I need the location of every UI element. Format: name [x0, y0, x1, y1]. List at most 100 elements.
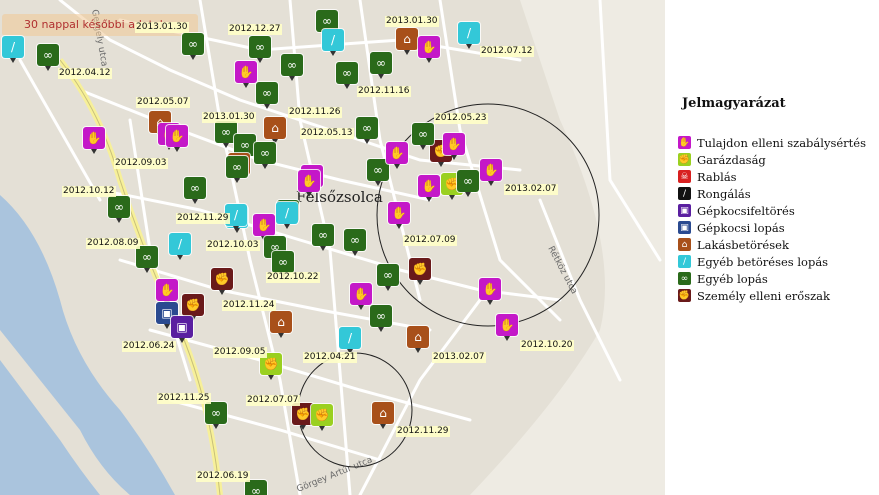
mask-icon: ∞ — [43, 48, 53, 62]
legend-item-szemely: ✊ Személy elleni erőszak — [678, 287, 866, 304]
mask-icon: ∞ — [463, 174, 473, 188]
mask-icon: ∞ — [262, 86, 272, 100]
incident-marker-egyeblopas[interactable]: ∞ — [457, 170, 479, 197]
mask-icon: ∞ — [373, 163, 383, 177]
incident-marker-szemely[interactable]: ✊ — [211, 268, 233, 295]
fist-icon: ✊ — [214, 272, 230, 286]
incident-marker-tulajdon[interactable]: ✋ — [253, 214, 275, 241]
incident-marker-egyebbet[interactable]: / — [276, 202, 298, 229]
incident-marker-egyeblopas[interactable]: ∞ — [370, 305, 392, 332]
mask-icon: ∞ — [418, 127, 428, 141]
legend-item-label: Személy elleni erőszak — [697, 288, 831, 303]
mask-icon: ∞ — [114, 200, 124, 214]
incident-marker-egyeblopas[interactable]: ∞ — [182, 33, 204, 60]
incident-marker-tulajdon[interactable]: ✋ — [350, 283, 372, 310]
incident-marker-egyeblopas[interactable]: ∞ — [205, 402, 227, 429]
incident-marker-tulajdon[interactable]: ✋ — [298, 170, 320, 197]
legend-item-label: Gépkocsi lopás — [697, 220, 785, 235]
incident-marker-lakas[interactable]: ⌂ — [396, 28, 418, 55]
car-break-icon: ▣ — [176, 320, 188, 334]
incident-date-label: 2012.10.12 — [62, 186, 116, 197]
incident-marker-tulajdon[interactable]: ✋ — [83, 127, 105, 154]
incident-marker-tulajdon[interactable]: ✋ — [496, 314, 518, 341]
incident-marker-egyebbet[interactable]: / — [169, 233, 191, 260]
legend-item-gepkocsilopas: ▣ Gépkocsi lopás — [678, 219, 866, 236]
incident-marker-tulajdon[interactable]: ✋ — [386, 142, 408, 169]
incident-marker-tulajdon[interactable]: ✋ — [479, 278, 501, 305]
incident-marker-egyeblopas[interactable]: ∞ — [184, 177, 206, 204]
incident-marker-egyeblopas[interactable]: ∞ — [344, 229, 366, 256]
robbery-icon: ☠ — [678, 170, 691, 183]
incident-marker-egyeblopas[interactable]: ∞ — [377, 264, 399, 291]
incident-marker-tulajdon[interactable]: ✋ — [418, 36, 440, 63]
crowbar-icon: / — [284, 206, 290, 220]
legend-item-egyeblopas: ∞ Egyéb lopás — [678, 270, 866, 287]
legend-item-label: Gépkocsifeltörés — [697, 203, 795, 218]
incident-date-label: 2012.05.13 — [300, 128, 354, 139]
incident-marker-egyeblopas[interactable]: ∞ — [37, 44, 59, 71]
theft-hand-icon: ✋ — [256, 218, 272, 232]
crowbar-icon: / — [330, 33, 336, 47]
incident-date-label: 2013.01.30 — [135, 22, 189, 33]
incident-marker-egyeblopas[interactable]: ∞ — [254, 142, 276, 169]
incident-marker-egyebbet[interactable]: / — [2, 36, 24, 63]
incident-marker-tulajdon[interactable]: ✋ — [480, 159, 502, 186]
incident-marker-egyeblopas[interactable]: ∞ — [256, 82, 278, 109]
mask-icon: ∞ — [211, 406, 221, 420]
incident-marker-garazda[interactable]: ✊ — [311, 404, 333, 431]
mask-icon: ∞ — [287, 58, 297, 72]
incident-marker-tulajdon[interactable]: ✋ — [443, 133, 465, 160]
legend-item-rongalas: / Rongálás — [678, 185, 866, 202]
incident-marker-egyeblopas[interactable]: ∞ — [312, 224, 334, 251]
incident-marker-egyebbet[interactable]: / — [322, 29, 344, 56]
house-icon: ⌂ — [277, 315, 285, 329]
incident-marker-lakas[interactable]: ⌂ — [407, 326, 429, 353]
incident-marker-egyebbet[interactable]: / — [458, 22, 480, 49]
incident-marker-lakas[interactable]: ⌂ — [264, 117, 286, 144]
mask-icon: ∞ — [376, 309, 386, 323]
incident-marker-egyebbet[interactable]: / — [339, 327, 361, 354]
incident-marker-egyeblopas[interactable]: ∞ — [412, 123, 434, 150]
theft-hand-icon: ✋ — [353, 287, 369, 301]
incident-marker-tulajdon[interactable]: ✋ — [156, 279, 178, 306]
incident-marker-tulajdon[interactable]: ✋ — [418, 175, 440, 202]
incident-marker-egyeblopas[interactable]: ∞ — [249, 36, 271, 63]
crowbar-icon: / — [347, 331, 353, 345]
incident-marker-egyeblopas[interactable]: ∞ — [356, 117, 378, 144]
incident-marker-egyeblopas[interactable]: ∞ — [370, 52, 392, 79]
incident-marker-szemely[interactable]: ✊ — [182, 294, 204, 321]
incident-date-label: 2012.06.19 — [196, 471, 250, 482]
incident-marker-lakas[interactable]: ⌂ — [270, 311, 292, 338]
incident-marker-tulajdon[interactable]: ✋ — [235, 61, 257, 88]
incident-marker-tulajdon[interactable]: ✋ — [166, 125, 188, 152]
legend-list: ✋ Tulajdon elleni szabálysértés ✊ Garázdasá… — [678, 134, 866, 304]
legend-item-egyebbet: / Egyéb betöréses lopás — [678, 253, 866, 270]
theft-hand-icon: ✋ — [483, 163, 499, 177]
incident-marker-egyeblopas[interactable]: ∞ — [336, 62, 358, 89]
theft-hand-icon: ✋ — [678, 136, 691, 149]
theft-hand-icon: ✋ — [499, 318, 515, 332]
incident-marker-egyeblopas[interactable]: ∞ — [108, 196, 130, 223]
incident-marker-gepkocsifeltores[interactable]: ▣ — [171, 316, 193, 343]
incident-marker-egyeblopas[interactable]: ∞ — [226, 156, 248, 183]
incident-marker-egyeblopas[interactable]: ∞ — [272, 251, 294, 278]
legend-item-label: Rongálás — [697, 186, 751, 201]
car-break-icon: ▣ — [678, 204, 691, 217]
incident-date-label: 2012.10.20 — [520, 340, 574, 351]
incident-date-label: 2012.11.25 — [157, 393, 211, 404]
incident-marker-egyeblopas[interactable]: ∞ — [136, 246, 158, 273]
house-icon: ⌂ — [414, 330, 422, 344]
legend-item-garazda: ✊ Garázdaság — [678, 151, 866, 168]
outer-area — [470, 0, 665, 495]
incident-marker-tulajdon[interactable]: ✋ — [388, 202, 410, 229]
incident-marker-egyeblopas[interactable]: ∞ — [281, 54, 303, 81]
mask-icon: ∞ — [240, 138, 250, 152]
crime-map[interactable]: Gergely utca Rétköz utca Görgey Artúr ut… — [0, 0, 665, 495]
mask-icon: ∞ — [383, 268, 393, 282]
incident-marker-lakas[interactable]: ⌂ — [372, 402, 394, 429]
mask-icon: ∞ — [221, 125, 231, 139]
house-icon: ⌂ — [403, 32, 411, 46]
incident-date-label: 2012.11.29 — [176, 213, 230, 224]
incident-marker-egyeblopas[interactable]: ∞ — [245, 480, 267, 495]
incident-marker-szemely[interactable]: ✊ — [409, 258, 431, 285]
